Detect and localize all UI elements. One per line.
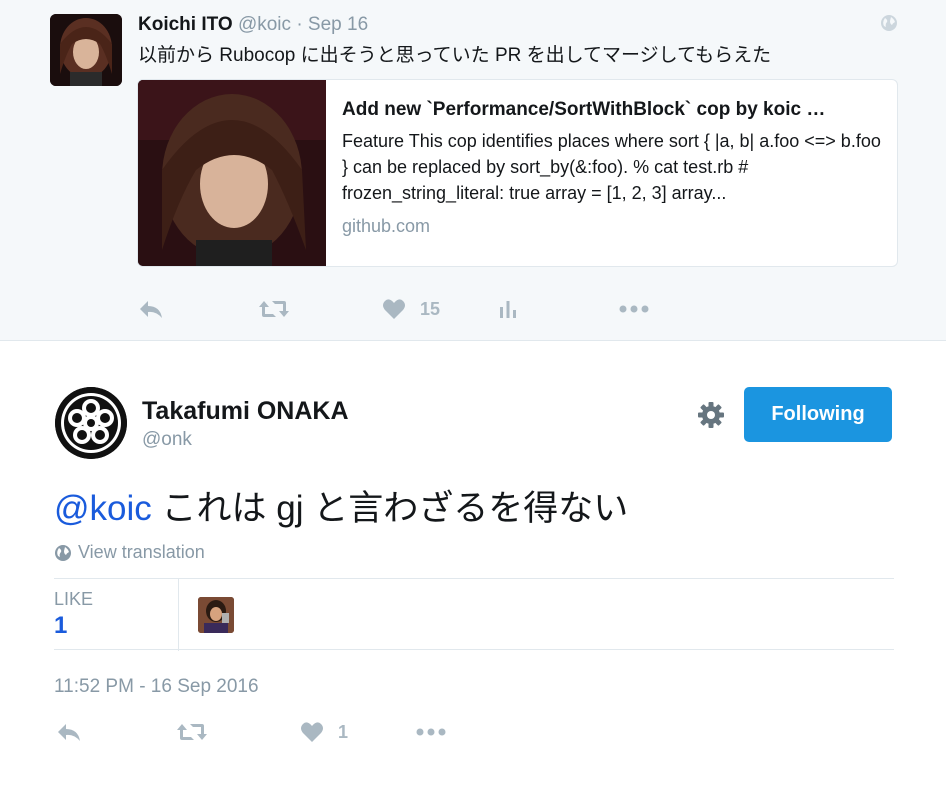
link-card[interactable]: Add new `Performance/SortWithBlock` cop … xyxy=(137,79,898,267)
globe-icon[interactable] xyxy=(880,14,898,32)
like-stat[interactable]: LIKE 1 xyxy=(54,589,93,640)
like-stat-count: 1 xyxy=(54,612,68,639)
gear-icon[interactable] xyxy=(696,400,726,430)
tweet-text: @koic これは gj と言わざるを得ない xyxy=(54,480,628,531)
heart-icon xyxy=(383,299,405,319)
card-title[interactable]: Add new `Performance/SortWithBlock` cop … xyxy=(342,98,887,122)
following-button[interactable]: Following xyxy=(744,387,892,442)
reply-button[interactable] xyxy=(56,718,82,746)
parent-tweet-text: 以前から Rubocop に出そうと思っていた PR を出してマージしてもらえた xyxy=(138,45,772,66)
retweet-icon xyxy=(259,301,289,317)
author-handle[interactable]: @onk xyxy=(142,429,192,451)
view-translation-label: View translation xyxy=(78,542,205,562)
more-button[interactable] xyxy=(619,295,649,323)
card-body: Add new `Performance/SortWithBlock` cop … xyxy=(342,98,887,237)
heart-icon xyxy=(301,722,323,742)
more-icon xyxy=(619,305,649,313)
tweet-stats: LIKE 1 xyxy=(54,578,894,651)
author-name[interactable]: Takafumi ONAKA xyxy=(142,397,349,426)
tweet-body: これは gj と言わざるを得ない xyxy=(151,489,629,528)
koic-avatar[interactable] xyxy=(50,14,122,86)
card-domain: github.com xyxy=(342,216,431,236)
retweet-icon xyxy=(177,724,207,740)
card-description: Feature This cop identifies places where… xyxy=(342,131,881,203)
reply-icon xyxy=(140,301,162,318)
parent-tweet-actions: 15 xyxy=(138,295,678,323)
author-name[interactable]: Koichi ITO xyxy=(138,14,233,35)
reply-icon xyxy=(58,724,80,741)
parent-tweet-header: Koichi ITO @koic · Sep 16 xyxy=(138,14,368,36)
more-icon xyxy=(416,728,446,736)
like-count: 1 xyxy=(338,721,349,742)
card-image xyxy=(138,80,326,266)
analytics-button[interactable] xyxy=(498,295,518,323)
retweet-button[interactable] xyxy=(176,718,208,746)
onk-avatar[interactable] xyxy=(55,387,127,459)
mention-link[interactable]: @koic xyxy=(54,489,152,528)
separator-dot: · xyxy=(296,14,303,35)
globe-icon xyxy=(55,544,71,561)
tweet-date[interactable]: Sep 16 xyxy=(308,14,368,35)
like-button[interactable]: 1 xyxy=(300,718,348,746)
like-button[interactable]: 15 xyxy=(382,295,440,323)
more-button[interactable] xyxy=(416,718,446,746)
view-translation-link[interactable]: View translation xyxy=(54,542,205,563)
author-handle[interactable]: @koic xyxy=(238,14,291,35)
like-stat-label: LIKE xyxy=(54,589,94,609)
main-tweet-actions: 1 xyxy=(54,718,534,746)
reply-button[interactable] xyxy=(138,295,164,323)
retweet-button[interactable] xyxy=(258,295,290,323)
analytics-icon xyxy=(500,301,516,318)
parent-tweet[interactable]: Koichi ITO @koic · Sep 16 以前から Rubocop に… xyxy=(0,0,946,341)
like-count: 15 xyxy=(420,298,441,319)
tweet-timestamp[interactable]: 11:52 PM - 16 Sep 2016 xyxy=(54,676,259,698)
liker-avatar[interactable] xyxy=(198,597,234,633)
stats-divider xyxy=(178,579,179,651)
